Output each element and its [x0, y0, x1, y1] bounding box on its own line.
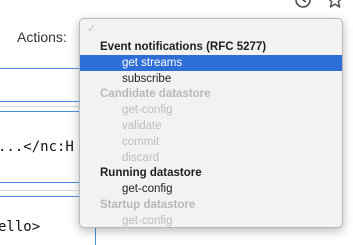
menu-item-get-config: get-config [122, 104, 173, 117]
checkmark-icon: ✓ [87, 23, 97, 35]
history-icon[interactable] [294, 0, 312, 9]
menu-item-validate: validate [122, 120, 162, 132]
menu-item-commit: commit [122, 135, 160, 148]
actions-dropdown-menu[interactable]: ✓ Event notifications (RFC 5277) get stre… [79, 18, 343, 228]
menu-group-startup-datastore: Startup datastore [100, 199, 196, 211]
menu-item-get-config[interactable]: get-config [80, 181, 342, 197]
actions-label: Actions: [17, 29, 67, 45]
menu-group-event-notifications-rfc-5277: Event notifications (RFC 5277) [100, 41, 267, 53]
menu-item-get-config: get-config [122, 214, 173, 227]
menu-item-get-streams[interactable]: get streams [80, 54, 342, 71]
menu-group-candidate-datastore: Candidate datastore [100, 88, 211, 101]
menu-group-running-datastore: Running datastore [100, 167, 202, 180]
page: Actions: ...</nc:H ello> ✓ Event notific… [0, 0, 353, 245]
request-text: ...</nc:H [0, 139, 74, 155]
menu-item-discard: discard [122, 151, 160, 164]
bookmark-star-icon[interactable] [326, 0, 344, 9]
response-text: ello> [0, 219, 41, 235]
menu-item-subscribe[interactable]: subscribe [80, 71, 342, 87]
